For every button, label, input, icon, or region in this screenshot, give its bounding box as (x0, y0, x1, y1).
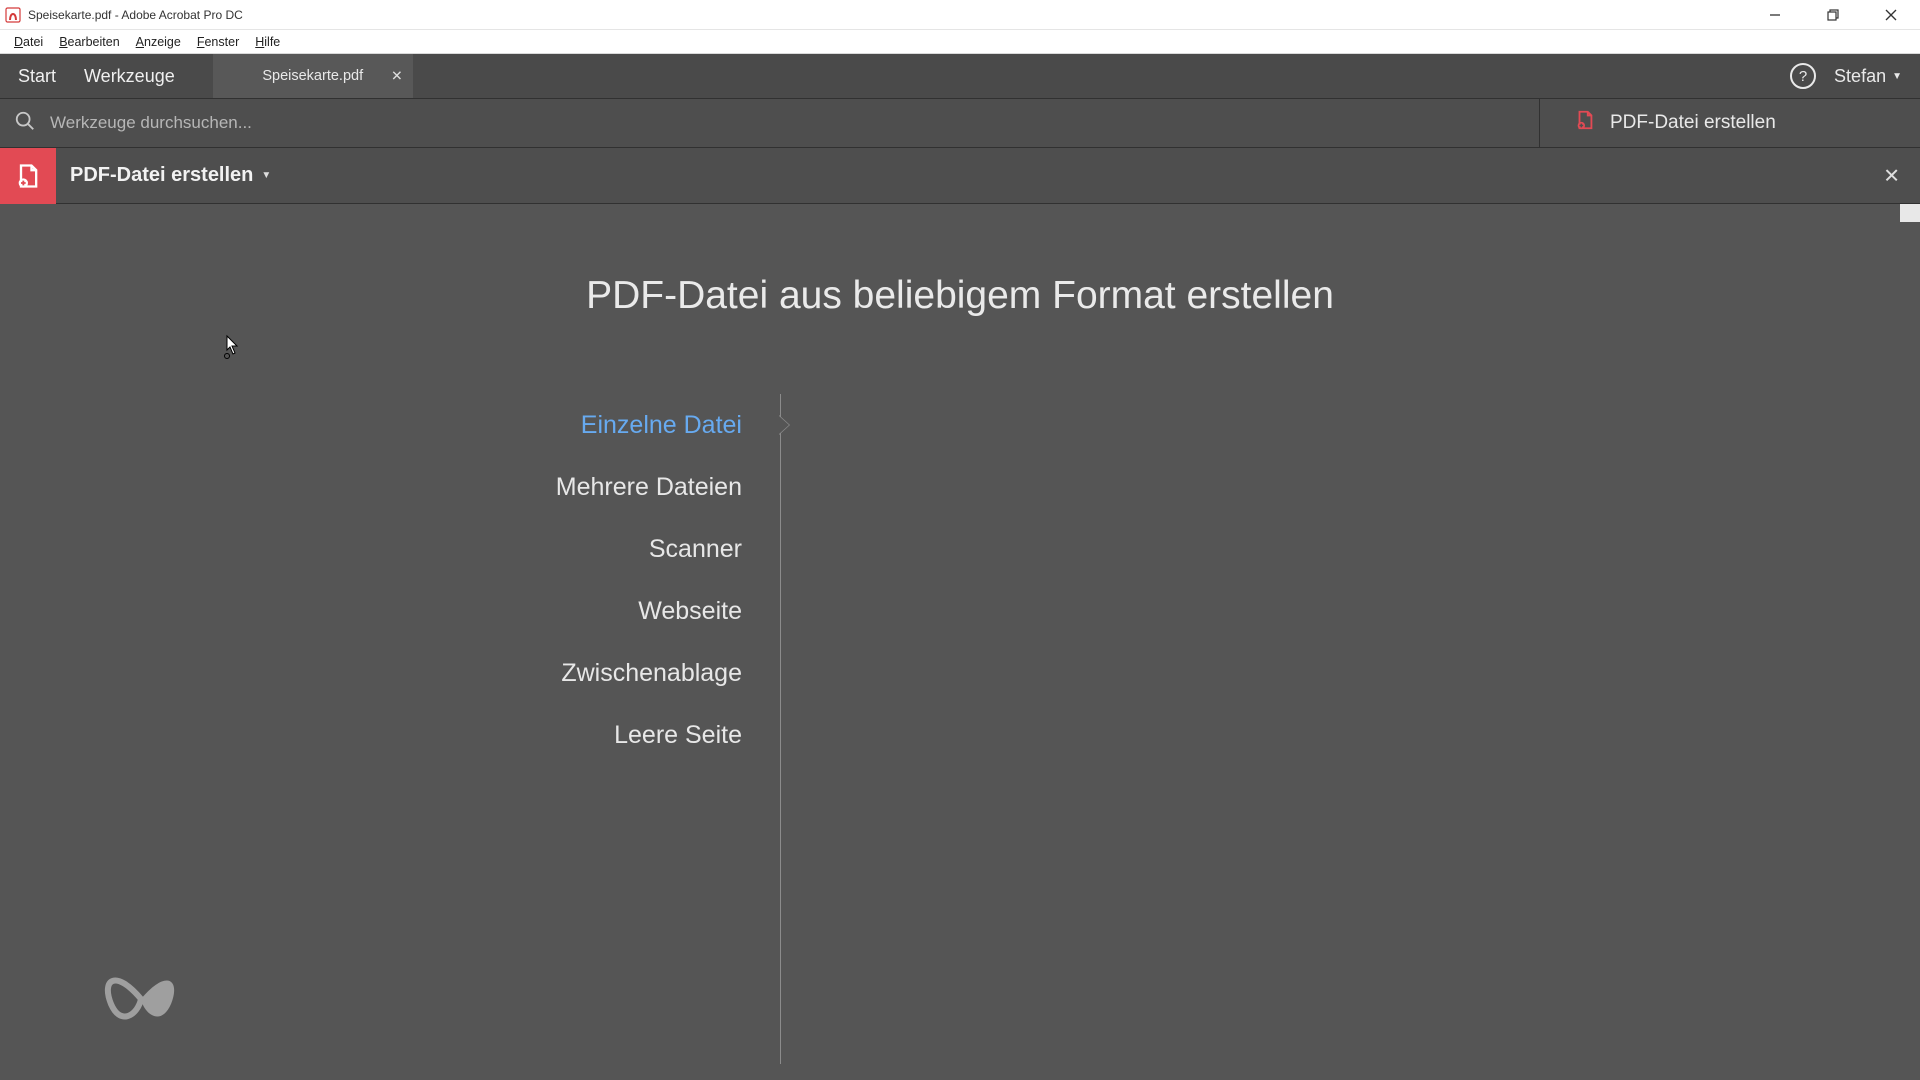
window-titlebar: Speisekarte.pdf - Adobe Acrobat Pro DC (0, 0, 1920, 30)
option-single-file[interactable]: Einzelne Datei (0, 394, 778, 456)
close-window-button[interactable] (1862, 0, 1920, 29)
option-clipboard[interactable]: Zwischenablage (0, 642, 778, 704)
option-label: Mehrere Dateien (556, 473, 742, 502)
minimize-button[interactable] (1746, 0, 1804, 29)
menu-item-label-rest: ilfe (264, 35, 280, 49)
user-name: Stefan (1834, 66, 1886, 87)
tool-header-dropdown[interactable]: PDF-Datei erstellen ▼ (70, 164, 271, 187)
nav-start[interactable]: Start (18, 66, 56, 87)
pointer-cursor-icon (220, 334, 240, 365)
tools-search-input[interactable] (50, 113, 1539, 133)
vertical-divider (780, 394, 781, 1064)
option-label: Leere Seite (614, 721, 742, 750)
chevron-down-icon: ▼ (261, 170, 271, 181)
nav-tools[interactable]: Werkzeuge (84, 66, 175, 87)
search-area (0, 99, 1540, 147)
page-title: PDF-Datei aus beliebigem Format erstelle… (0, 274, 1920, 318)
window-title: Speisekarte.pdf - Adobe Acrobat Pro DC (28, 8, 243, 22)
menu-item-label: B (59, 35, 67, 49)
tool-header-icon (0, 148, 56, 204)
option-blank-page[interactable]: Leere Seite (0, 704, 778, 766)
option-scanner[interactable]: Scanner (0, 518, 778, 580)
option-webpage[interactable]: Webseite (0, 580, 778, 642)
menu-bearbeiten[interactable]: Bearbeiten (51, 33, 127, 51)
maximize-button[interactable] (1804, 0, 1862, 29)
menu-hilfe[interactable]: Hilfe (247, 33, 288, 51)
menu-item-label-rest: atei (23, 35, 43, 49)
menu-bar: Datei Bearbeiten Anzeige Fenster Hilfe (0, 30, 1920, 54)
option-label: Scanner (649, 535, 742, 564)
document-tab-label: Speisekarte.pdf (262, 68, 363, 84)
menu-item-label: H (255, 35, 264, 49)
option-label: Einzelne Datei (581, 411, 742, 440)
document-tab[interactable]: Speisekarte.pdf ✕ (213, 54, 413, 98)
scrollbar-stub[interactable] (1900, 204, 1920, 222)
user-menu[interactable]: Stefan ▼ (1834, 66, 1902, 87)
menu-item-label-rest: enster (204, 35, 239, 49)
option-multiple-files[interactable]: Mehrere Dateien (0, 456, 778, 518)
help-icon[interactable]: ? (1790, 63, 1816, 89)
close-tab-icon[interactable]: ✕ (391, 68, 403, 85)
tool-header-title: PDF-Datei erstellen (70, 164, 253, 187)
top-nav: Start Werkzeuge Speisekarte.pdf ✕ ? Stef… (0, 54, 1920, 98)
close-panel-button[interactable]: ✕ (1883, 163, 1900, 188)
create-pdf-icon (1574, 109, 1596, 137)
chevron-down-icon: ▼ (1892, 71, 1902, 82)
main-area: PDF-Datei aus beliebigem Format erstelle… (0, 204, 1920, 1080)
tool-header: PDF-Datei erstellen ▼ ✕ (0, 148, 1920, 204)
option-label: Webseite (638, 597, 742, 626)
source-options: Einzelne Datei Mehrere Dateien Scanner W… (0, 394, 778, 766)
right-panel-tool[interactable]: PDF-Datei erstellen (1540, 99, 1920, 147)
menu-fenster[interactable]: Fenster (189, 33, 247, 51)
window-buttons (1746, 0, 1920, 29)
menu-datei[interactable]: Datei (6, 33, 51, 51)
menu-anzeige[interactable]: Anzeige (128, 33, 189, 51)
menu-item-label-rest: nzeige (144, 35, 181, 49)
acrobat-app-icon (4, 6, 22, 24)
menu-item-label: A (136, 35, 144, 49)
butterfly-watermark-icon (96, 959, 186, 1040)
menu-item-label: D (14, 35, 23, 49)
search-icon (14, 110, 36, 137)
search-row: PDF-Datei erstellen (0, 98, 1920, 148)
option-label: Zwischenablage (561, 659, 742, 688)
right-panel-tool-label: PDF-Datei erstellen (1610, 112, 1776, 134)
menu-item-label-rest: earbeiten (68, 35, 120, 49)
